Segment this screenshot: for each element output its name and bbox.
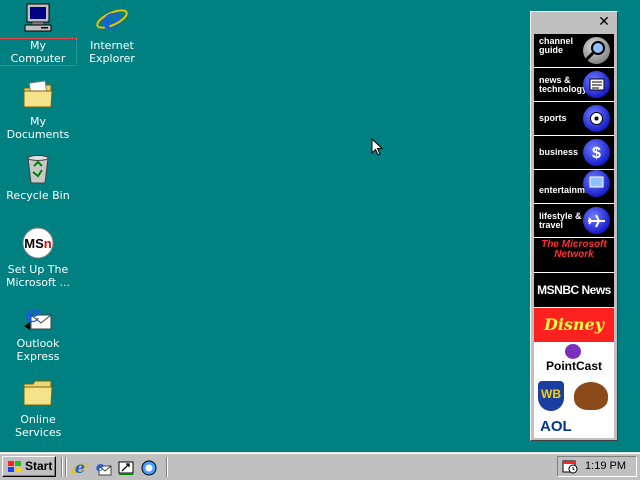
desktop-icon-recycle-bin[interactable]: Recycle Bin [0, 152, 76, 202]
ie-icon: e [95, 2, 129, 37]
pointcast-icon [565, 344, 581, 359]
mouse-cursor-icon [371, 138, 383, 156]
channel-msn[interactable]: The Microsoft Network [534, 238, 614, 272]
newspaper-icon [583, 71, 610, 98]
recycle-bin-icon [21, 152, 55, 186]
channel-disney[interactable]: Disney [534, 308, 614, 342]
magnifier-icon [583, 37, 610, 64]
svg-text:MSn: MSn [24, 236, 52, 251]
svg-text:e: e [96, 460, 104, 475]
channel-guide[interactable]: channel guide [534, 34, 614, 67]
desktop-icon-setup-msn[interactable]: MSn Set Up The Microsoft ... [0, 226, 76, 289]
scheduler-icon[interactable] [562, 459, 578, 474]
wb-logo: WB [541, 387, 561, 401]
airplane-icon [583, 207, 610, 234]
tv-icon [583, 170, 610, 197]
channel-list: channel guide news & technology sports b… [534, 34, 614, 438]
svg-text:e: e [75, 459, 85, 477]
desktop-icon-online-services[interactable]: Online Services [0, 376, 76, 439]
taskbar-separator [166, 457, 168, 477]
desktop-icon-internet-explorer[interactable]: e Internet Explorer [74, 2, 150, 65]
desktop-icon-outlook-express[interactable]: e Outlook Express [0, 299, 76, 363]
desktop-icon-label: Online Services [15, 413, 62, 439]
folder-icon [21, 78, 55, 112]
clock[interactable]: 1:19 PM [585, 460, 626, 472]
pointcast-logo: PointCast [534, 359, 614, 373]
start-button[interactable]: Start [2, 456, 56, 477]
desktop-icon-my-documents[interactable]: My Documents [0, 78, 76, 141]
ie-icon[interactable]: e [71, 459, 89, 477]
channel-pointcast[interactable]: PointCast [534, 343, 614, 377]
dollar-icon: $ [583, 139, 610, 166]
outlook-express-icon[interactable]: e [94, 459, 112, 477]
taskbar-separator [65, 457, 67, 477]
msn-icon: MSn [21, 226, 55, 260]
svg-text:e: e [102, 2, 121, 36]
disney-logo: Disney [543, 315, 605, 334]
channel-bar: ✕ channel guide news & technology sports… [530, 11, 618, 441]
desktop-icon-my-computer[interactable]: My Computer [0, 2, 77, 66]
channel-msnbc[interactable]: MSNBC News [534, 273, 614, 307]
desktop-icon-label: Internet Explorer [89, 39, 135, 65]
msnbc-logo: MSNBC News [537, 283, 611, 297]
show-desktop-icon[interactable] [117, 459, 135, 477]
windows-logo-icon [8, 461, 21, 472]
desktop-icon-label: Recycle Bin [6, 189, 70, 202]
desktop-icon-label: Set Up The Microsoft ... [5, 263, 71, 289]
channel-lifestyle-travel[interactable]: lifestyle & travel [534, 204, 614, 237]
start-label: Start [25, 459, 53, 473]
channel-business[interactable]: business $ [534, 136, 614, 169]
aol-logo: AOL [540, 418, 572, 435]
desktop-icon-label: Outlook Express [16, 337, 60, 363]
system-tray: 1:19 PM [557, 456, 637, 477]
taskbar: Start e e 1:19 PM [0, 452, 640, 480]
desktop-icon-label: My Computer [0, 38, 77, 66]
channel-aol[interactable]: AOL [534, 415, 614, 438]
msn-logo: The Microsoft Network [541, 239, 607, 260]
channel-sports[interactable]: sports [534, 102, 614, 135]
channel-bar-titlebar[interactable]: ✕ [531, 12, 617, 34]
channels-icon[interactable] [140, 459, 158, 477]
outlook-express-icon: e [21, 299, 55, 334]
channel-entertainment[interactable]: entertainment [534, 170, 614, 203]
desktop-icon-label: My Documents [6, 115, 70, 141]
folder-icon [21, 376, 55, 410]
ball-icon [583, 105, 610, 132]
svg-text:$: $ [592, 145, 601, 162]
taskbar-separator [61, 457, 63, 477]
computer-icon [21, 2, 55, 36]
channel-news-technology[interactable]: news & technology [534, 68, 614, 101]
cartoon-character-icon [574, 382, 608, 410]
close-icon[interactable]: ✕ [597, 15, 611, 29]
channel-warner-bros[interactable]: WB [534, 378, 614, 414]
